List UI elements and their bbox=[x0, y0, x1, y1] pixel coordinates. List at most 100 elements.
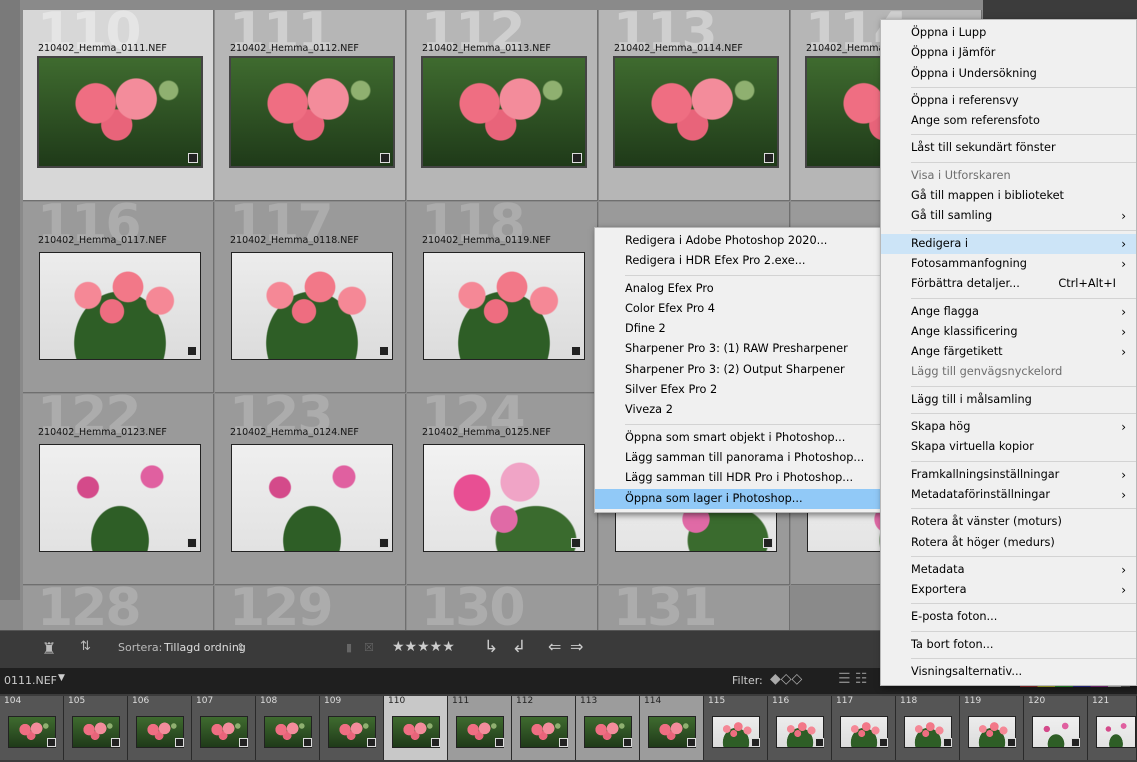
menu-item-oppna-som-lager-i-photoshop[interactable]: Öppna som lager i Photoshop... bbox=[595, 488, 881, 509]
menu-item-fotosammanfogning[interactable]: Fotosammanfogning › bbox=[881, 254, 1136, 274]
flag-icon[interactable]: ▮ bbox=[346, 641, 352, 654]
filmstrip-thumb[interactable]: 120 bbox=[1024, 696, 1088, 760]
menu-item-oppna-som-smart-objekt-i-photoshop[interactable]: Öppna som smart objekt i Photoshop... bbox=[595, 428, 881, 448]
chevron-right-icon: › bbox=[1121, 345, 1126, 360]
spray-can-icon[interactable]: ♜ bbox=[42, 639, 56, 658]
reject-flag-icon[interactable]: ☒ bbox=[364, 641, 374, 654]
filmstrip-thumb[interactable]: 121 bbox=[1088, 696, 1137, 760]
current-filename[interactable]: 0111.NEF bbox=[4, 674, 57, 687]
menu-item-lagg-samman-till-hdr-pro-i-photoshop[interactable]: Lägg samman till HDR Pro i Photoshop... bbox=[595, 468, 881, 488]
filmstrip-thumb[interactable]: 118 bbox=[896, 696, 960, 760]
sort-dropdown[interactable]: Tillagd ordning bbox=[164, 641, 246, 654]
menu-item-label: Visa i Utforskaren bbox=[911, 168, 1011, 182]
menu-item-lagg-samman-till-panorama-i-photoshop[interactable]: Lägg samman till panorama i Photoshop... bbox=[595, 448, 881, 468]
menu-item-e-posta-foton[interactable]: E-posta foton... bbox=[881, 607, 1136, 627]
grid-cell[interactable]: 130 bbox=[407, 586, 598, 630]
menu-item-oppna-i-referensvy[interactable]: Öppna i referensvy bbox=[881, 91, 1136, 111]
menu-item-sharpener-pro-3-2-output-sharpener[interactable]: Sharpener Pro 3: (2) Output Sharpener bbox=[595, 360, 881, 380]
menu-item-ange-fargetikett[interactable]: Ange färgetikett › bbox=[881, 342, 1136, 362]
filmstrip-thumb[interactable]: 112 bbox=[512, 696, 576, 760]
rotate-right-icon[interactable]: ↲ bbox=[512, 637, 526, 657]
flag-filter-icon[interactable]: ◆◇◇ bbox=[770, 671, 802, 687]
filmstrip-thumb[interactable]: 104 bbox=[0, 696, 64, 760]
filmstrip-thumb[interactable]: 113 bbox=[576, 696, 640, 760]
menu-item-redigera-i[interactable]: Redigera i › bbox=[881, 233, 1136, 254]
photo-thumbnail[interactable] bbox=[229, 56, 395, 168]
grid-cell[interactable]: 112 210402_Hemma_0113.NEF bbox=[407, 10, 598, 201]
next-arrow-icon[interactable]: ⇒ bbox=[570, 637, 583, 656]
grid-cell[interactable]: 128 bbox=[23, 586, 214, 630]
filmstrip-thumb[interactable]: 108 bbox=[256, 696, 320, 760]
menu-item-dfine-2[interactable]: Dfine 2 bbox=[595, 319, 881, 339]
cell-index: 113 bbox=[613, 10, 718, 62]
prev-arrow-icon[interactable]: ⇐ bbox=[548, 637, 561, 656]
photo-thumbnail[interactable] bbox=[39, 444, 201, 552]
grid-cell[interactable]: 131 bbox=[599, 586, 790, 630]
grid-cell[interactable]: 118 210402_Hemma_0119.NEF bbox=[407, 202, 598, 393]
filmstrip-thumb[interactable]: 117 bbox=[832, 696, 896, 760]
photo-thumbnail[interactable] bbox=[37, 56, 203, 168]
menu-item-rotera-at-hoger-medurs[interactable]: Rotera åt höger (medurs) bbox=[881, 533, 1136, 553]
filmstrip-thumb[interactable]: 111 bbox=[448, 696, 512, 760]
photo-thumbnail[interactable] bbox=[231, 252, 393, 360]
menu-item-viveza-2[interactable]: Viveza 2 bbox=[595, 400, 881, 420]
filmstrip-thumb[interactable]: 114 bbox=[640, 696, 704, 760]
menu-item-exportera[interactable]: Exportera › bbox=[881, 580, 1136, 600]
menu-item-sharpener-pro-3-1-raw-presharpener[interactable]: Sharpener Pro 3: (1) RAW Presharpener bbox=[595, 339, 881, 359]
menu-item-forbattra-detaljer[interactable]: Förbättra detaljer... Ctrl+Alt+I bbox=[881, 274, 1136, 294]
grid-cell[interactable]: 113 210402_Hemma_0114.NEF bbox=[599, 10, 790, 201]
grid-cell[interactable]: 122 210402_Hemma_0123.NEF bbox=[23, 394, 214, 585]
photo-thumbnail[interactable] bbox=[421, 56, 587, 168]
grid-cell[interactable]: 110 210402_Hemma_0111.NEF bbox=[23, 10, 214, 201]
photo-thumbnail[interactable] bbox=[423, 252, 585, 360]
grid-cell[interactable]: 116 210402_Hemma_0117.NEF bbox=[23, 202, 214, 393]
menu-item-visningsalternativ[interactable]: Visningsalternativ... bbox=[881, 662, 1136, 682]
grid-cell[interactable]: 123 210402_Hemma_0124.NEF bbox=[215, 394, 406, 585]
menu-item-last-till-sekundart-fonster[interactable]: Låst till sekundärt fönster bbox=[881, 138, 1136, 158]
menu-item-ta-bort-foton[interactable]: Ta bort foton... bbox=[881, 635, 1136, 655]
filmstrip-thumb[interactable]: 106 bbox=[128, 696, 192, 760]
menu-item-redigera-i-hdr-efex-pro-2-exe[interactable]: Redigera i HDR Efex Pro 2.exe... bbox=[595, 251, 881, 271]
filter-adjust-icon[interactable]: ☰ ☷ bbox=[838, 671, 868, 687]
grid-cell[interactable]: 124 210402_Hemma_0125.NEF bbox=[407, 394, 598, 585]
photo-thumbnail[interactable] bbox=[613, 56, 779, 168]
menu-item-analog-efex-pro[interactable]: Analog Efex Pro bbox=[595, 279, 881, 299]
photo-thumbnail[interactable] bbox=[423, 444, 585, 552]
menu-item-metadataforinstallningar[interactable]: Metadataförinställningar › bbox=[881, 485, 1136, 505]
sort-direction-icon[interactable]: ⇅ bbox=[80, 639, 91, 654]
filmstrip-thumb[interactable]: 115 bbox=[704, 696, 768, 760]
menu-item-rotera-at-vanster-moturs[interactable]: Rotera åt vänster (moturs) bbox=[881, 512, 1136, 532]
menu-item-ange-klassificering[interactable]: Ange klassificering › bbox=[881, 322, 1136, 342]
menu-item-color-efex-pro-4[interactable]: Color Efex Pro 4 bbox=[595, 299, 881, 319]
menu-item-skapa-virtuella-kopior[interactable]: Skapa virtuella kopior bbox=[881, 437, 1136, 457]
menu-item-metadata[interactable]: Metadata › bbox=[881, 560, 1136, 580]
filmstrip-thumb[interactable]: 116 bbox=[768, 696, 832, 760]
filmstrip-thumb[interactable]: 105 bbox=[64, 696, 128, 760]
menu-item-oppna-i-undersokning[interactable]: Öppna i Undersökning bbox=[881, 64, 1136, 84]
menu-item-ange-flagga[interactable]: Ange flagga › bbox=[881, 302, 1136, 322]
photo-thumbnail[interactable] bbox=[39, 252, 201, 360]
menu-item-oppna-i-jamfor[interactable]: Öppna i Jämför bbox=[881, 43, 1136, 63]
menu-item-label: Color Efex Pro 4 bbox=[625, 301, 715, 315]
grid-cell[interactable]: 129 bbox=[215, 586, 406, 630]
filmstrip-thumb[interactable]: 110 bbox=[384, 696, 448, 760]
filmstrip-thumb[interactable]: 119 bbox=[960, 696, 1024, 760]
menu-item-lagg-till-i-malsamling[interactable]: Lägg till i målsamling bbox=[881, 390, 1136, 410]
menu-item-label: Ta bort foton... bbox=[911, 637, 994, 651]
rotate-left-icon[interactable]: ↳ bbox=[484, 637, 498, 657]
menu-item-framkallningsinstallningar[interactable]: Framkallningsinställningar › bbox=[881, 465, 1136, 485]
menu-item-redigera-i-adobe-photoshop-2020[interactable]: Redigera i Adobe Photoshop 2020... bbox=[595, 231, 881, 251]
menu-item-ga-till-samling[interactable]: Gå till samling › bbox=[881, 206, 1136, 226]
menu-item-skapa-hog[interactable]: Skapa hög › bbox=[881, 417, 1136, 437]
dropdown-arrow-icon[interactable]: ▼ bbox=[58, 673, 65, 683]
filmstrip-thumb[interactable]: 107 bbox=[192, 696, 256, 760]
photo-thumbnail[interactable] bbox=[231, 444, 393, 552]
filmstrip-thumb[interactable]: 109 bbox=[320, 696, 384, 760]
menu-item-ga-till-mappen-i-biblioteket[interactable]: Gå till mappen i biblioteket bbox=[881, 186, 1136, 206]
rating-stars[interactable]: ★★★★★ bbox=[392, 639, 455, 655]
grid-cell[interactable]: 111 210402_Hemma_0112.NEF bbox=[215, 10, 406, 201]
grid-cell[interactable]: 117 210402_Hemma_0118.NEF bbox=[215, 202, 406, 393]
menu-item-ange-som-referensfoto[interactable]: Ange som referensfoto bbox=[881, 111, 1136, 131]
menu-item-oppna-i-lupp[interactable]: Öppna i Lupp bbox=[881, 23, 1136, 43]
menu-item-silver-efex-pro-2[interactable]: Silver Efex Pro 2 bbox=[595, 380, 881, 400]
